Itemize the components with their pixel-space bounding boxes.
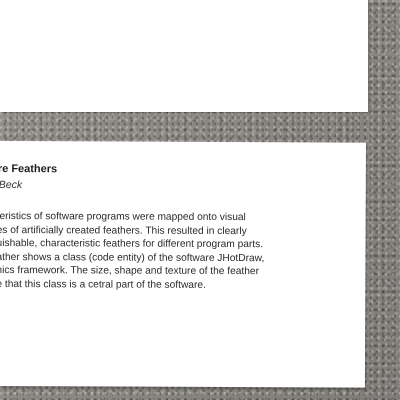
white-panel-upper <box>0 0 368 112</box>
label-title: re Feathers <box>0 162 58 176</box>
label-body: teristics of software programs were mapp… <box>0 210 357 293</box>
label-body-line: e that this class is a cetral part of th… <box>0 278 206 291</box>
label-body-line: uishable, characteristic feathers for di… <box>0 238 264 251</box>
exhibit-label-card: re Feathers Beck teristics of software p… <box>0 141 366 388</box>
label-body-line: teristics of software programs were mapp… <box>0 210 246 224</box>
label-author: Beck <box>0 178 23 192</box>
